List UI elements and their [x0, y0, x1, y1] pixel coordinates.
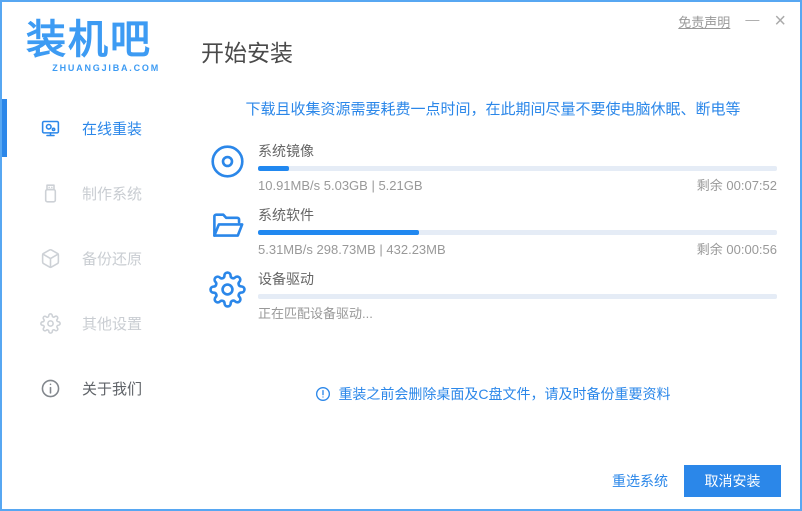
- sidebar-item-label: 关于我们: [82, 381, 143, 398]
- progress-bar-fill: [258, 230, 419, 235]
- task-row-device-drivers: 设备驱动 正在匹配设备驱动...: [209, 271, 777, 322]
- cancel-install-button[interactable]: 取消安装: [684, 465, 781, 497]
- logo-domain: ZHUANGJIBA.COM: [52, 62, 160, 73]
- task-time-remaining: 剩余 00:07:52: [696, 178, 777, 193]
- gear-icon: [209, 271, 246, 308]
- task-row-system-image: 系统镜像 10.91MB/s 5.03GB | 5.21GB 剩余 00:07:…: [209, 143, 777, 194]
- sidebar: 在线重装 制作系统 备份还原 其他设置 关于我们: [2, 90, 187, 509]
- window-body: 在线重装 制作系统 备份还原 其他设置 关于我们 下载且收集资源需要耗费一点时间…: [2, 90, 800, 509]
- sidebar-item-about-us[interactable]: 关于我们: [2, 356, 187, 421]
- backup-box-icon: [40, 248, 61, 269]
- disc-icon: [209, 143, 246, 180]
- sidebar-item-make-system[interactable]: 制作系统: [2, 161, 187, 226]
- sidebar-item-label: 制作系统: [82, 186, 143, 203]
- progress-bar: [258, 166, 777, 171]
- sidebar-item-label: 其他设置: [82, 316, 143, 333]
- download-notice: 下载且收集资源需要耗费一点时间，在此期间尽量不要使电脑休眠、断电等: [245, 101, 741, 118]
- app-window: 装机吧 ZHUANGJIBA.COM 开始安装 免责声明 — × 在线重装 制作…: [0, 0, 802, 511]
- monitor-icon: [40, 118, 61, 139]
- disclaimer-link[interactable]: 免责声明: [678, 12, 730, 31]
- alert-circle-icon: [315, 386, 331, 402]
- main-content: 下载且收集资源需要耗费一点时间，在此期间尽量不要使电脑休眠、断电等 系统镜像 1…: [187, 90, 800, 509]
- progress-bar: [258, 230, 777, 235]
- task-time-remaining: 剩余 00:00:56: [696, 242, 777, 257]
- page-title: 开始安装: [201, 40, 293, 66]
- task-speed-size: 5.31MB/s 298.73MB | 432.23MB: [258, 242, 446, 257]
- header: 装机吧 ZHUANGJIBA.COM 开始安装 免责声明 — ×: [2, 2, 800, 90]
- task-name: 系统镜像: [258, 143, 314, 159]
- backup-warning: 重装之前会删除桌面及C盘文件，请及时备份重要资料: [209, 384, 777, 404]
- close-button[interactable]: ×: [774, 11, 786, 31]
- reselect-system-button[interactable]: 重选系统: [612, 471, 668, 491]
- task-name: 系统软件: [258, 207, 314, 223]
- logo-text: 装机吧: [26, 17, 152, 62]
- sidebar-item-label: 在线重装: [82, 121, 143, 138]
- window-controls: 免责声明 — ×: [678, 11, 786, 31]
- minimize-button[interactable]: —: [745, 12, 759, 26]
- sidebar-item-backup-restore[interactable]: 备份还原: [2, 226, 187, 291]
- footer-actions: 重选系统 取消安装: [612, 465, 781, 497]
- task-speed-size: 10.91MB/s 5.03GB | 5.21GB: [258, 178, 423, 193]
- usb-icon: [40, 183, 61, 204]
- task-row-system-software: 系统软件 5.31MB/s 298.73MB | 432.23MB 剩余 00:…: [209, 207, 777, 258]
- task-status-text: 正在匹配设备驱动...: [258, 306, 373, 321]
- info-icon: [40, 378, 61, 399]
- backup-warning-text: 重装之前会删除桌面及C盘文件，请及时备份重要资料: [338, 386, 671, 402]
- sidebar-item-label: 备份还原: [82, 251, 143, 268]
- app-logo: 装机吧 ZHUANGJIBA.COM: [2, 20, 187, 73]
- progress-bar-fill: [258, 166, 290, 171]
- sidebar-item-online-reinstall[interactable]: 在线重装: [2, 96, 187, 161]
- gear-icon: [40, 313, 61, 334]
- folder-open-icon: [209, 207, 246, 244]
- sidebar-item-other-settings[interactable]: 其他设置: [2, 291, 187, 356]
- progress-bar: [258, 294, 777, 299]
- task-name: 设备驱动: [258, 271, 314, 287]
